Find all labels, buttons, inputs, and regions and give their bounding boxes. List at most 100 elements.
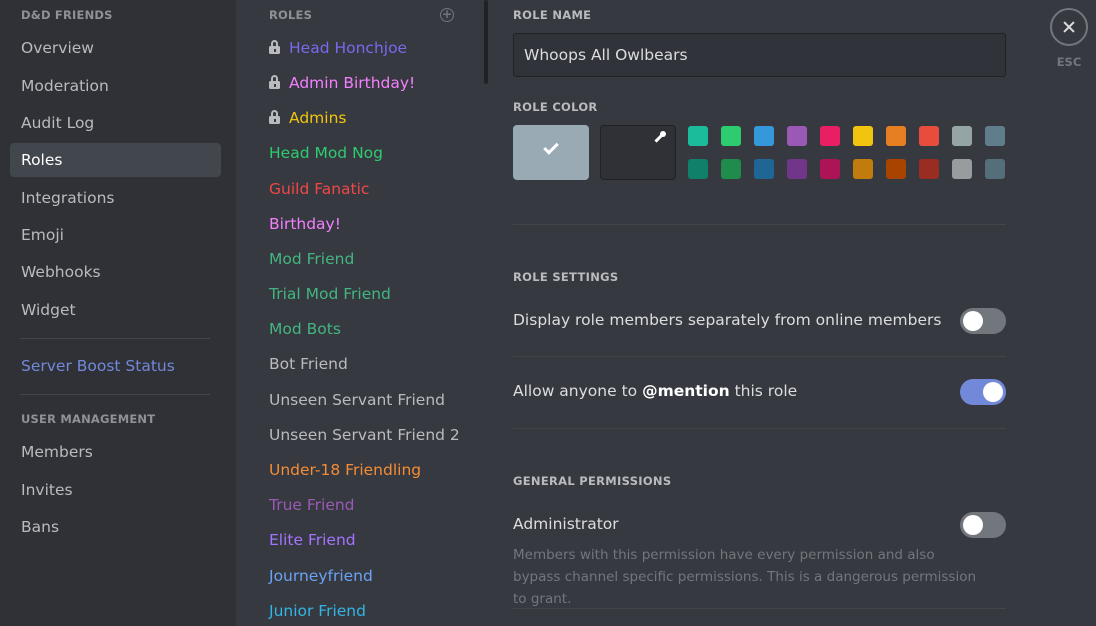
role-item[interactable]: Bot Friend <box>269 349 348 379</box>
administrator-toggle[interactable] <box>960 512 1006 538</box>
color-swatch[interactable] <box>952 159 972 179</box>
mention-setting-label: Allow anyone to @mention this role <box>513 382 797 400</box>
role-name: Under-18 Friendling <box>269 461 422 479</box>
sidebar-divider <box>20 394 210 395</box>
role-name: Admin Birthday! <box>289 74 416 92</box>
check-icon <box>543 139 559 155</box>
role-item[interactable]: Admins <box>269 103 346 133</box>
color-swatch[interactable] <box>919 159 939 179</box>
role-item[interactable]: Journeyfriend <box>269 561 373 591</box>
color-swatch[interactable] <box>688 126 708 146</box>
color-swatch[interactable] <box>886 126 906 146</box>
color-swatch[interactable] <box>853 126 873 146</box>
role-settings-label: ROLE SETTINGS <box>513 270 619 284</box>
sidebar-item-invites[interactable]: Invites <box>10 473 221 507</box>
roles-list-panel: ROLES + Head Honchjoe Admin Birthday! Admi… <box>236 0 490 626</box>
sidebar-item-server-boost-status[interactable]: Server Boost Status <box>10 349 221 383</box>
color-swatch[interactable] <box>721 126 741 146</box>
roles-scrollbar[interactable] <box>484 0 488 84</box>
server-name-header: D&D FRIENDS <box>21 8 113 22</box>
role-name: Head Honchjoe <box>289 39 408 57</box>
role-name: True Friend <box>269 496 355 514</box>
role-name: Junior Friend <box>269 602 366 620</box>
mention-prefix: Allow anyone to <box>513 382 643 400</box>
role-name: Guild Fanatic <box>269 180 370 198</box>
color-swatch[interactable] <box>985 126 1005 146</box>
role-item[interactable]: Admin Birthday! <box>269 68 415 98</box>
role-item[interactable]: Head Mod Nog <box>269 138 383 168</box>
sidebar-item-moderation[interactable]: Moderation <box>10 69 221 103</box>
setting-divider <box>513 428 1006 429</box>
role-name: Elite Friend <box>269 531 356 549</box>
sidebar-item-overview[interactable]: Overview <box>10 31 221 65</box>
sidebar-divider <box>20 338 210 339</box>
role-name: Mod Friend <box>269 250 355 268</box>
sidebar-item-widget[interactable]: Widget <box>10 293 221 327</box>
eyedropper-icon <box>653 131 667 145</box>
role-item[interactable]: Guild Fanatic <box>269 174 369 204</box>
role-item[interactable]: Under-18 Friendling <box>269 455 421 485</box>
add-role-icon[interactable]: + <box>440 8 454 22</box>
color-swatch[interactable] <box>886 159 906 179</box>
role-name: Journeyfriend <box>269 567 373 585</box>
user-management-header: USER MANAGEMENT <box>21 412 156 426</box>
role-name: Bot Friend <box>269 355 348 373</box>
administrator-description: Members with this permission have every … <box>513 547 977 607</box>
role-item[interactable]: True Friend <box>269 490 355 520</box>
sidebar-item-members[interactable]: Members <box>10 435 221 469</box>
color-swatch[interactable] <box>754 159 774 179</box>
role-item[interactable]: Junior Friend <box>269 596 366 626</box>
setting-divider <box>513 608 1006 609</box>
color-swatch[interactable] <box>952 126 972 146</box>
custom-color-picker[interactable] <box>600 125 676 180</box>
setting-divider <box>513 356 1006 357</box>
general-permissions-label: GENERAL PERMISSIONS <box>513 474 672 488</box>
settings-sidebar: D&D FRIENDS Overview Moderation Audit Lo… <box>0 0 236 626</box>
color-swatch[interactable] <box>820 159 840 179</box>
role-name-input[interactable] <box>513 33 1006 77</box>
administrator-label: Administrator <box>513 515 619 533</box>
color-swatch[interactable] <box>919 126 939 146</box>
role-color-label: ROLE COLOR <box>513 100 598 114</box>
sidebar-item-webhooks[interactable]: Webhooks <box>10 255 221 289</box>
role-item[interactable]: Unseen Servant Friend <box>269 385 445 415</box>
color-swatch[interactable] <box>688 159 708 179</box>
sidebar-item-integrations[interactable]: Integrations <box>10 181 221 215</box>
color-swatch[interactable] <box>721 159 741 179</box>
display-separately-toggle[interactable] <box>960 308 1006 334</box>
role-item[interactable]: Trial Mod Friend <box>269 279 391 309</box>
section-divider <box>513 224 1006 225</box>
role-editor: ROLE NAME ROLE COLOR ROLE SETTINGS Displ… <box>490 0 1096 626</box>
lock-icon <box>269 40 280 54</box>
role-item[interactable]: Birthday! <box>269 209 341 239</box>
mention-suffix: this role <box>729 382 798 400</box>
role-name: Head Mod Nog <box>269 144 383 162</box>
color-swatch[interactable] <box>853 159 873 179</box>
color-swatch[interactable] <box>985 159 1005 179</box>
color-swatch[interactable] <box>787 126 807 146</box>
role-item[interactable]: Mod Bots <box>269 314 341 344</box>
role-item[interactable]: Mod Friend <box>269 244 354 274</box>
lock-icon <box>269 110 280 124</box>
display-separately-label: Display role members separately from onl… <box>513 311 942 329</box>
role-name: Birthday! <box>269 215 341 233</box>
sidebar-item-emoji[interactable]: Emoji <box>10 218 221 252</box>
sidebar-item-roles[interactable]: Roles <box>10 143 221 177</box>
mention-toggle[interactable] <box>960 379 1006 405</box>
color-swatch[interactable] <box>787 159 807 179</box>
role-item[interactable]: Unseen Servant Friend 2 <box>269 420 460 450</box>
role-name: Unseen Servant Friend 2 <box>269 426 460 444</box>
role-item[interactable]: Elite Friend <box>269 525 356 555</box>
role-name: Admins <box>289 109 347 127</box>
close-button[interactable] <box>1050 8 1088 46</box>
mention-keyword: @mention <box>642 382 730 400</box>
sidebar-item-bans[interactable]: Bans <box>10 510 221 544</box>
sidebar-item-audit-log[interactable]: Audit Log <box>10 106 221 140</box>
role-name-label: ROLE NAME <box>513 8 592 22</box>
role-name: Unseen Servant Friend <box>269 391 445 409</box>
esc-label: ESC <box>1056 55 1082 69</box>
color-swatch[interactable] <box>754 126 774 146</box>
role-item[interactable]: Head Honchjoe <box>269 33 407 63</box>
default-color-swatch[interactable] <box>513 125 589 180</box>
color-swatch[interactable] <box>820 126 840 146</box>
